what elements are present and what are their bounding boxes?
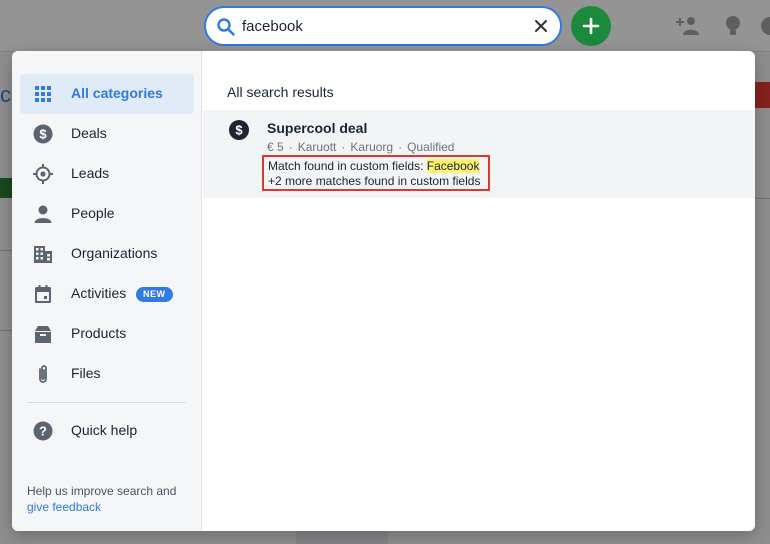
search-bar[interactable] <box>204 6 562 46</box>
feedback-prompt: Help us improve search and give feedback <box>27 483 197 515</box>
search-input[interactable] <box>242 8 522 44</box>
plus-icon <box>582 17 600 35</box>
help-icon: ? <box>33 421 53 441</box>
category-people[interactable]: People <box>20 194 194 234</box>
result-meta: € 5 · Karuott · Karuorg · Qualified <box>267 140 455 154</box>
category-organizations[interactable]: Organizations <box>20 234 194 274</box>
category-label: Organizations <box>71 245 158 261</box>
match-prefix: Match found in custom fields: <box>268 159 427 173</box>
category-activities[interactable]: Activities NEW <box>20 274 194 314</box>
add-button[interactable] <box>571 6 611 46</box>
category-label: People <box>71 205 115 221</box>
paperclip-icon <box>39 365 47 383</box>
new-badge: NEW <box>136 287 173 302</box>
deal-stage: Qualified <box>407 140 455 154</box>
deal-value: € 5 <box>267 140 284 154</box>
svg-text:?: ? <box>39 424 47 439</box>
more-matches-line: +2 more matches found in custom fields <box>268 174 481 188</box>
result-item[interactable]: $ Supercool deal € 5 · Karuott · Karuorg · Qua… <box>203 110 755 198</box>
help-icon[interactable] <box>760 14 770 38</box>
category-all[interactable]: All categories <box>20 74 194 114</box>
category-label: Deals <box>71 125 107 141</box>
sidebar-divider <box>27 402 186 403</box>
result-title: Supercool deal <box>267 120 368 136</box>
match-annotation-box: Match found in custom fields: Facebook +… <box>262 155 490 191</box>
quick-help-label: Quick help <box>71 422 138 438</box>
dollar-circle-icon: $ <box>229 120 249 140</box>
search-results: All search results $ Supercool deal € 5 ·… <box>203 51 755 531</box>
lightbulb-icon[interactable] <box>720 14 746 38</box>
match-term-highlight: Facebook <box>426 159 480 173</box>
give-feedback-link[interactable]: give feedback <box>27 500 101 514</box>
svg-text:$: $ <box>39 127 47 142</box>
category-label: Leads <box>71 165 110 181</box>
box-icon <box>35 326 51 343</box>
feedback-text: Help us improve search and <box>27 484 177 498</box>
deal-organization: Karuorg <box>350 140 394 154</box>
category-products[interactable]: Products <box>20 314 194 354</box>
category-label: All categories <box>71 85 163 101</box>
category-label: Products <box>71 325 127 341</box>
calendar-icon <box>35 285 51 303</box>
search-dropdown: All categories $ Deals Leads People Orga… <box>12 51 755 531</box>
add-user-icon[interactable] <box>676 14 702 38</box>
deal-person: Karuott <box>297 140 337 154</box>
category-deals[interactable]: $ Deals <box>20 114 194 154</box>
category-label: Activities <box>71 285 127 301</box>
dollar-circle-icon: $ <box>33 124 53 144</box>
target-icon <box>33 164 53 184</box>
category-leads[interactable]: Leads <box>20 154 194 194</box>
grid-icon <box>35 86 51 102</box>
quick-help-item[interactable]: ? Quick help <box>20 411 194 451</box>
person-icon <box>34 205 52 223</box>
category-files[interactable]: Files <box>20 354 194 394</box>
category-sidebar: All categories $ Deals Leads People Orga… <box>12 51 202 531</box>
category-label: Files <box>71 365 101 381</box>
match-found-line: Match found in custom fields: Facebook <box>268 159 484 174</box>
building-icon <box>34 246 52 263</box>
search-icon <box>217 18 235 36</box>
results-heading: All search results <box>227 84 334 100</box>
svg-text:$: $ <box>235 123 243 138</box>
close-icon[interactable] <box>532 17 550 35</box>
